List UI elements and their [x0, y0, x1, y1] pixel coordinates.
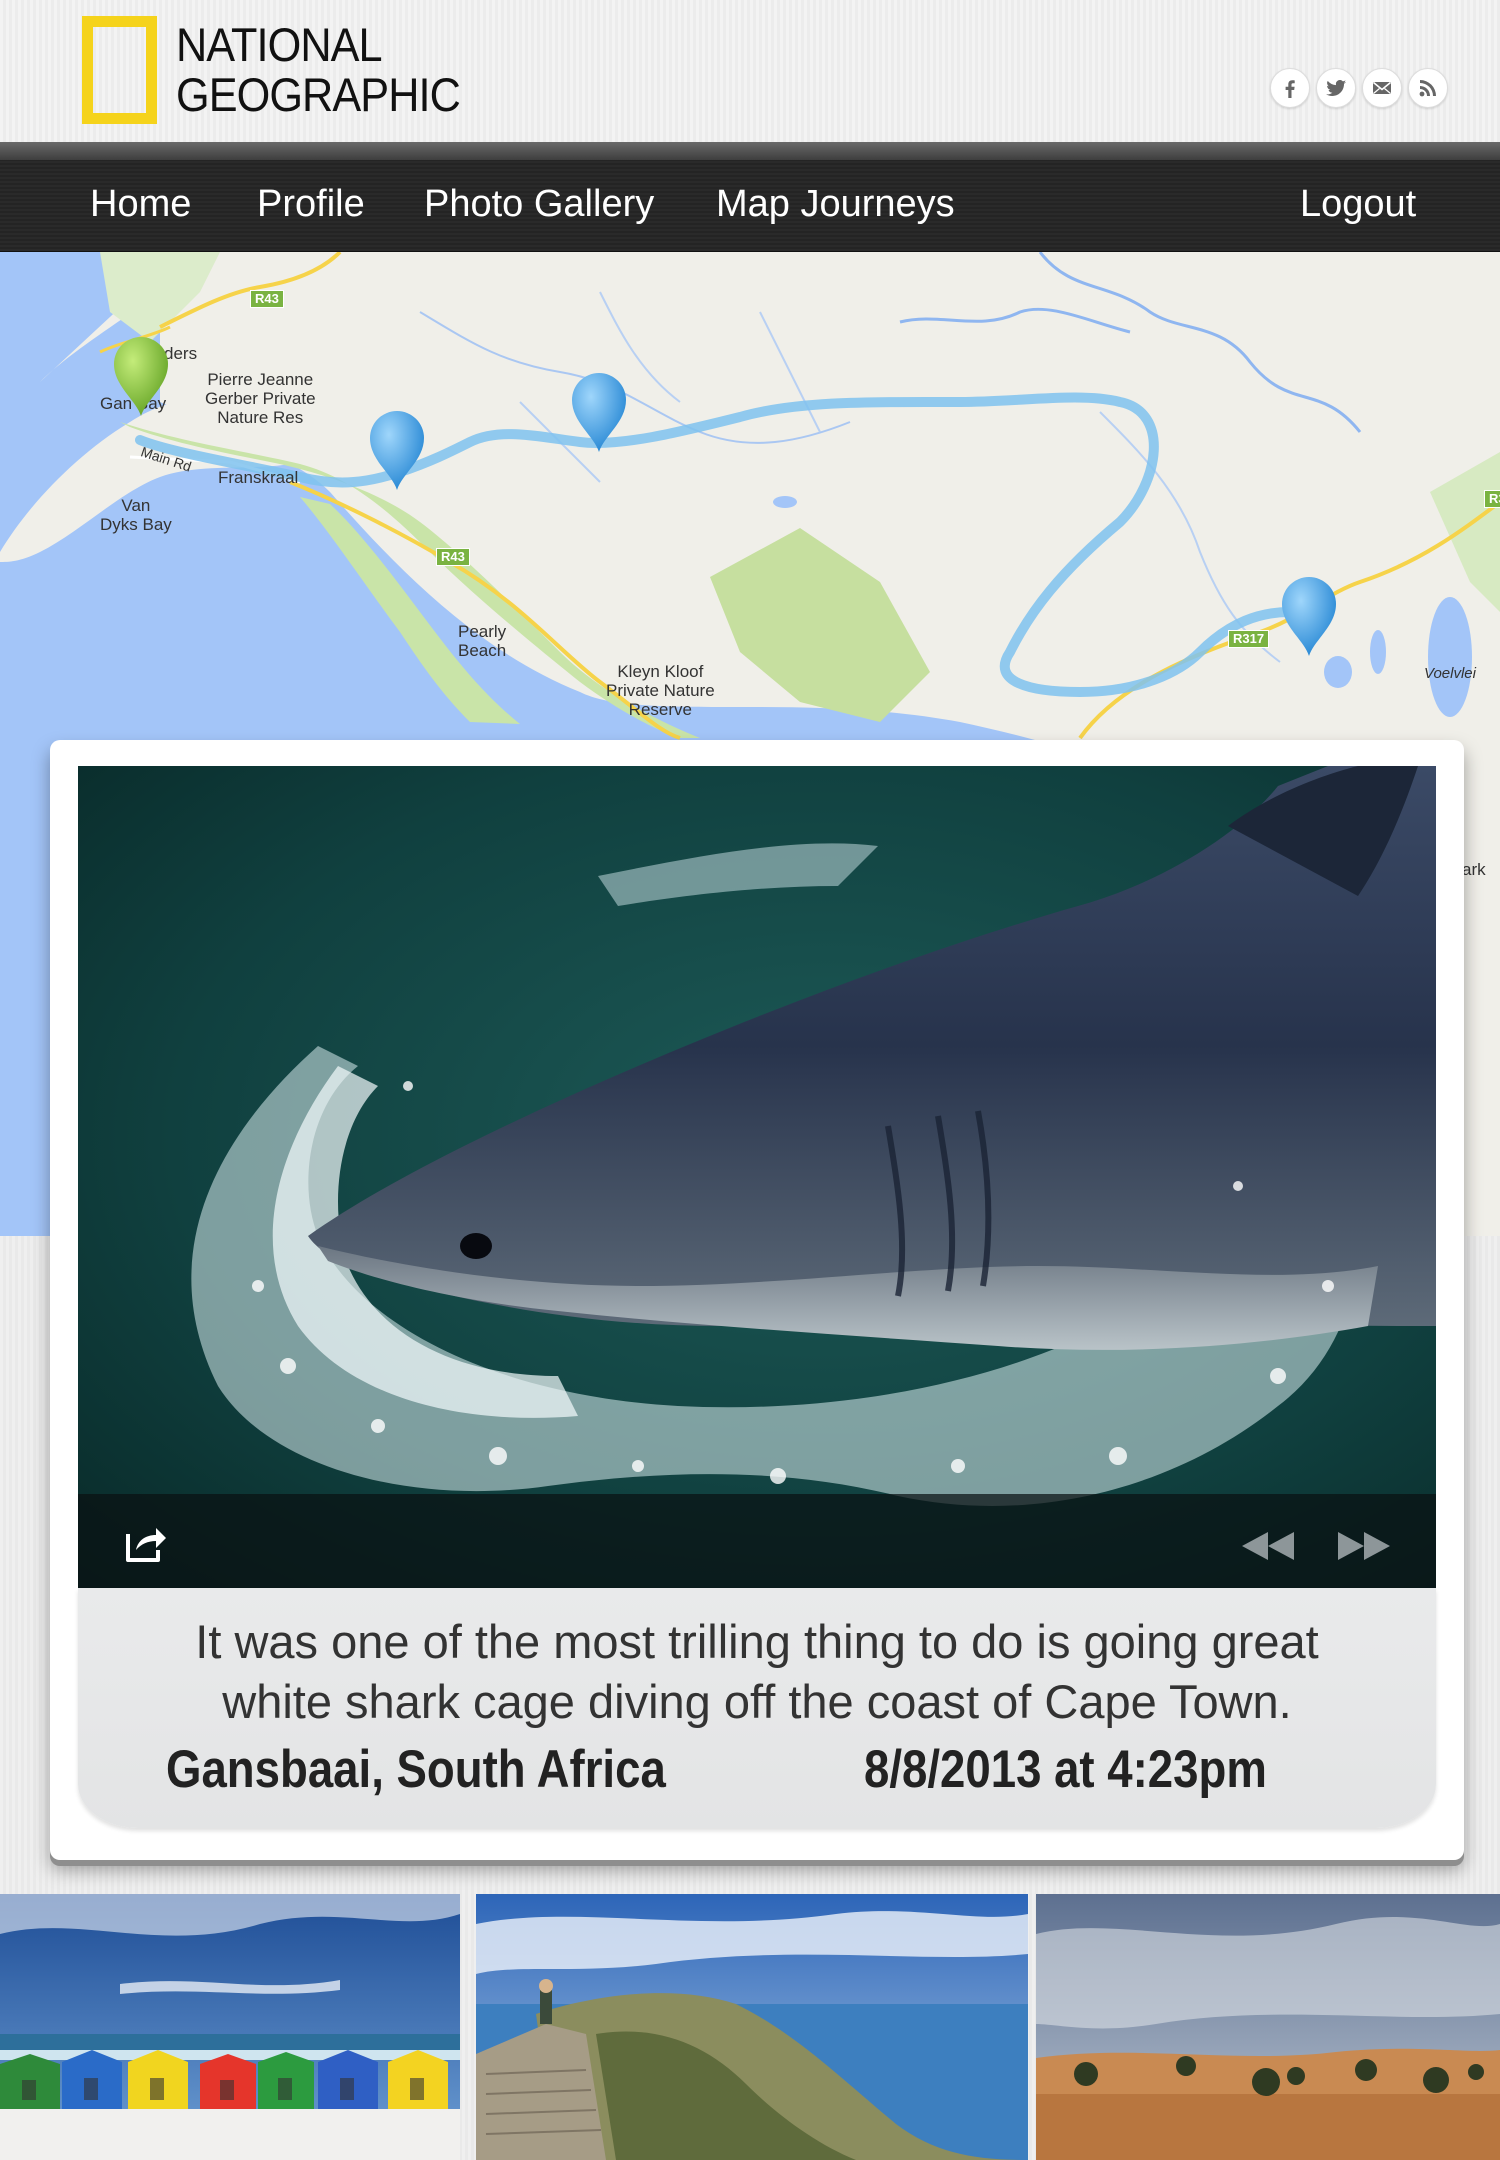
- nav-logout[interactable]: Logout: [1300, 182, 1416, 226]
- thumbnail-table-mountain[interactable]: [476, 1894, 1028, 2160]
- beach-huts-image: [0, 1894, 460, 2160]
- road-shield-r317: R317: [1228, 630, 1270, 648]
- twitter-icon[interactable]: [1316, 68, 1356, 108]
- share-icon[interactable]: [120, 1518, 170, 1568]
- rss-icon[interactable]: [1408, 68, 1448, 108]
- logo-text-line1: NATIONAL: [176, 18, 383, 71]
- site-header: NATIONAL GEOGRAPHIC: [0, 0, 1500, 142]
- next-photo-icon[interactable]: [1336, 1530, 1392, 1562]
- nav-top-bevel: [0, 142, 1500, 160]
- photo-description: It was one of the most trilling thing to…: [195, 1615, 1319, 1728]
- nav-photo-gallery[interactable]: Photo Gallery: [424, 182, 654, 226]
- photo-location: Gansbaai, South Africa: [166, 1740, 666, 1799]
- road-shield-r43-south: R43: [436, 548, 470, 566]
- nav-map-journeys[interactable]: Map Journeys: [716, 182, 955, 226]
- mail-icon[interactable]: [1362, 68, 1402, 108]
- yellow-frame-icon: [82, 16, 157, 124]
- road-shield-r3: R3: [1484, 490, 1500, 508]
- social-links: [1270, 68, 1448, 108]
- featured-photo[interactable]: [78, 766, 1436, 1588]
- map-label-kleyn-kloof: Kleyn Kloof Private Nature Reserve: [606, 662, 715, 719]
- nav-home[interactable]: Home: [90, 182, 191, 226]
- map-pin-active[interactable]: [110, 334, 172, 418]
- map-pin-2[interactable]: [366, 408, 428, 492]
- shark-photo-image: [78, 766, 1436, 1588]
- table-mountain-image: [476, 1894, 1028, 2160]
- logo-text-line2: GEOGRAPHIC: [176, 68, 461, 121]
- photo-datetime: 8/8/2013 at 4:23pm: [864, 1740, 1267, 1799]
- thumbnail-beach-huts[interactable]: [0, 1894, 460, 2160]
- map-label-van-dyks-bay: Van Dyks Bay: [100, 496, 172, 534]
- photo-caption: It was one of the most trilling thing to…: [78, 1588, 1436, 1828]
- map-label-pearly-beach: Pearly Beach: [458, 622, 507, 660]
- desert-image: [1036, 1894, 1500, 2160]
- map-label-voelvlei: Voelvlei: [1424, 665, 1476, 682]
- map-label-franskraal: Franskraal: [218, 468, 299, 487]
- map-label-pierre-jeanne: Pierre Jeanne Gerber Private Nature Res: [205, 370, 316, 427]
- main-nav: Home Profile Photo Gallery Map Journeys …: [0, 160, 1500, 252]
- map-pin-3[interactable]: [568, 370, 630, 454]
- photo-card: It was one of the most trilling thing to…: [50, 740, 1464, 1860]
- facebook-icon[interactable]: [1270, 68, 1310, 108]
- nav-profile[interactable]: Profile: [257, 182, 365, 226]
- map-label-ark: ark: [1462, 860, 1486, 879]
- thumbnail-desert[interactable]: [1036, 1894, 1500, 2160]
- previous-photo-icon[interactable]: [1240, 1530, 1296, 1562]
- photo-controls-bar: [78, 1494, 1436, 1588]
- road-shield-r43-north: R43: [250, 290, 284, 308]
- map-pin-4[interactable]: [1278, 574, 1340, 658]
- national-geographic-logo[interactable]: NATIONAL GEOGRAPHIC: [82, 16, 462, 126]
